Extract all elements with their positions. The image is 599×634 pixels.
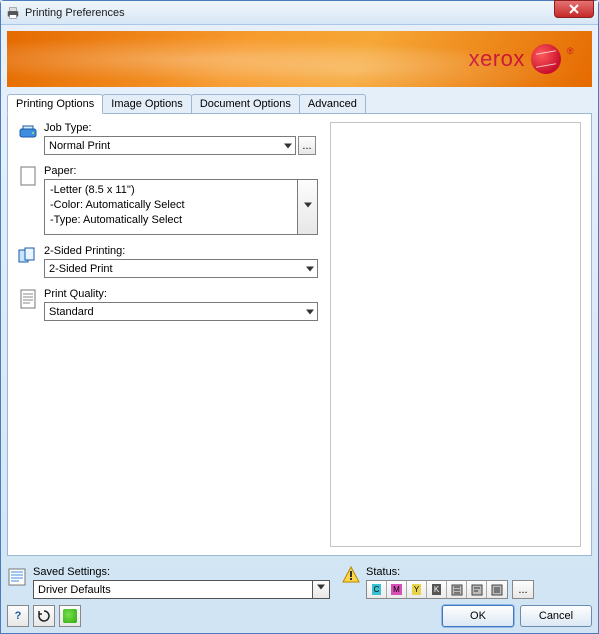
print-quality-combo[interactable]: Standard [44, 302, 318, 321]
tab-document-options[interactable]: Document Options [191, 94, 300, 114]
job-type-field: Job Type: Normal Print ... [18, 122, 318, 155]
saved-settings-combo[interactable]: Driver Defaults [33, 580, 330, 599]
button-row: ? OK Cancel [7, 605, 592, 627]
status-misc-icon-1 [447, 581, 467, 598]
chevron-down-icon [306, 266, 314, 271]
two-sided-combo[interactable]: 2-Sided Print [44, 259, 318, 278]
toner-black-icon: K [427, 581, 447, 598]
ok-button[interactable]: OK [442, 605, 514, 627]
tab-panel-printing-options: Job Type: Normal Print ... [7, 113, 592, 556]
preview-panel [330, 122, 581, 547]
chevron-down-icon [304, 202, 312, 207]
job-type-label: Job Type: [44, 122, 318, 134]
saved-settings-icon [7, 567, 27, 587]
job-type-more-button[interactable]: ... [298, 136, 316, 155]
paper-list: -Letter (8.5 x 11'') -Color: Automatical… [45, 180, 297, 234]
print-quality-icon [18, 289, 38, 309]
saved-settings-label: Saved Settings: [33, 566, 330, 578]
xerox-wordmark: xerox [469, 46, 525, 72]
status-more-button[interactable]: ... [512, 580, 534, 599]
paper-size-line: -Letter (8.5 x 11'') [50, 183, 292, 198]
tab-label: Document Options [200, 98, 291, 110]
content-area: Printing Options Image Options Document … [7, 93, 592, 556]
eco-button[interactable] [59, 605, 81, 627]
window-title: Printing Preferences [25, 7, 594, 19]
status-area: Status: C M Y K ... [342, 566, 592, 599]
paper-type-line: -Type: Automatically Select [50, 213, 292, 228]
xerox-logo: xerox ® [469, 44, 574, 74]
cancel-button[interactable]: Cancel [520, 605, 592, 627]
printing-preferences-window: Printing Preferences xerox ® Printing Op… [0, 0, 599, 634]
saved-settings-value: Driver Defaults [38, 584, 111, 596]
chevron-down-icon [284, 143, 292, 148]
eco-icon [63, 609, 77, 623]
saved-settings-area: Saved Settings: Driver Defaults [7, 566, 330, 599]
bottom-strip: Saved Settings: Driver Defaults Status: … [7, 566, 592, 599]
ellipsis-label: ... [518, 584, 527, 596]
status-icons-bar: C M Y K [366, 580, 508, 599]
print-quality-field: Print Quality: Standard [18, 288, 318, 321]
ellipsis-label: ... [302, 140, 311, 152]
options-column: Job Type: Normal Print ... [18, 122, 318, 547]
paper-dropdown-button[interactable] [297, 180, 317, 234]
warning-icon [342, 566, 360, 584]
registered-mark: ® [567, 46, 574, 56]
print-quality-label: Print Quality: [44, 288, 318, 300]
brand-band: xerox ® [7, 31, 592, 87]
job-type-icon [18, 123, 38, 143]
toner-magenta-icon: M [387, 581, 407, 598]
job-type-combo[interactable]: Normal Print [44, 136, 296, 155]
status-misc-icon-3 [487, 581, 507, 598]
two-sided-label: 2-Sided Printing: [44, 245, 318, 257]
reset-button[interactable] [33, 605, 55, 627]
cancel-label: Cancel [539, 610, 573, 622]
toner-cyan-icon: C [367, 581, 387, 598]
undo-icon [37, 609, 51, 623]
two-sided-value: 2-Sided Print [49, 263, 113, 275]
tab-advanced[interactable]: Advanced [299, 94, 366, 114]
paper-field: Paper: -Letter (8.5 x 11'') -Color: Auto… [18, 165, 318, 235]
tab-label: Printing Options [16, 98, 94, 110]
printer-icon [5, 5, 21, 21]
two-sided-field: 2-Sided Printing: 2-Sided Print [18, 245, 318, 278]
chevron-down-icon [317, 585, 325, 590]
paper-list-box: -Letter (8.5 x 11'') -Color: Automatical… [44, 179, 318, 235]
job-type-value: Normal Print [49, 140, 110, 152]
ok-label: OK [470, 610, 486, 622]
tab-label: Advanced [308, 98, 357, 110]
status-label: Status: [366, 566, 592, 578]
two-sided-icon [18, 246, 38, 266]
help-button[interactable]: ? [7, 605, 29, 627]
paper-label: Paper: [44, 165, 318, 177]
paper-color-line: -Color: Automatically Select [50, 198, 292, 213]
toner-yellow-icon: Y [407, 581, 427, 598]
close-button[interactable] [554, 0, 594, 18]
tab-image-options[interactable]: Image Options [102, 94, 192, 114]
xerox-sphere-icon [531, 44, 561, 74]
tab-label: Image Options [111, 98, 183, 110]
chevron-down-icon [306, 309, 314, 314]
status-misc-icon-2 [467, 581, 487, 598]
help-label: ? [15, 610, 22, 622]
tab-printing-options[interactable]: Printing Options [7, 94, 103, 114]
titlebar: Printing Preferences [1, 1, 598, 25]
paper-icon [18, 166, 38, 186]
tab-strip: Printing Options Image Options Document … [7, 93, 592, 114]
print-quality-value: Standard [49, 306, 94, 318]
